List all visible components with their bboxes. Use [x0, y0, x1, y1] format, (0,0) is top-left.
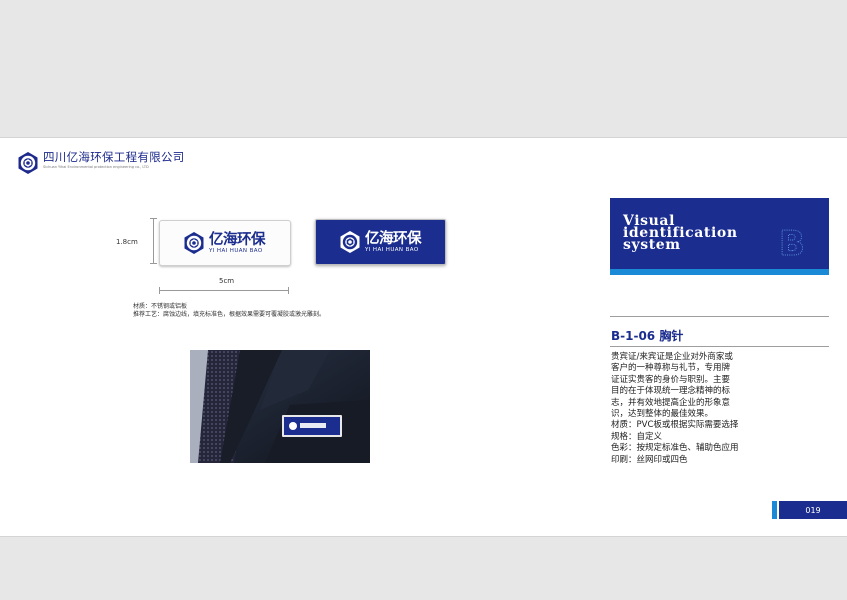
company-name: 四川亿海环保工程有限公司 [43, 150, 185, 164]
badge-blue-version: 亿海环保 YI HAI HUAN BAO [315, 219, 446, 265]
company-logo-icon [18, 152, 38, 174]
brand-logo-icon [184, 232, 204, 254]
material-note: 材质：不锈钢或铝板 推荐工艺：腐蚀边线，填充标准色，根据效果需要可覆凝胶或激光雕… [133, 303, 325, 319]
width-dimension-line [159, 290, 289, 291]
page-number-accent [772, 501, 777, 519]
brand-name-en: YI HAI HUAN BAO [209, 247, 263, 254]
vis-title-accent-strip [610, 269, 829, 275]
vis-title: Visual identification system [623, 214, 738, 252]
body-line: 印刷：丝网印或四色 [611, 454, 688, 465]
width-label: 5cm [219, 277, 235, 285]
height-dimension-cap-top [150, 218, 157, 219]
width-dimension-cap-right [288, 287, 289, 294]
material-line: 材质：不锈钢或铝板 [133, 303, 188, 310]
body-line: 志，并有效地提高企业的形象意 [611, 397, 731, 408]
badge-on-suit-photo [190, 350, 370, 463]
process-line: 推荐工艺：腐蚀边线，填充标准色，根据效果需要可覆凝胶或激光雕刻。 [133, 311, 326, 318]
divider [610, 316, 829, 317]
body-line: 材质：PVC板或根据实际需要选择 [611, 420, 739, 431]
vis-title-box: Visual identification system B [610, 198, 829, 269]
section-body: 贵宾证/来宾证是企业对外商家或 客户的一种尊称与礼节，专用牌 证证实贵客的身价与… [611, 352, 761, 466]
brand-logo-icon [340, 231, 360, 253]
svg-text:B: B [779, 225, 805, 257]
body-line: 规格：自定义 [611, 431, 663, 442]
brand-name-cn: 亿海环保 [209, 231, 266, 248]
body-line: 目的在于体现统一理念精神的标 [611, 386, 731, 397]
height-label: 1.8cm [116, 238, 138, 246]
body-line: 识，达到整体的最佳效果。 [611, 409, 714, 420]
divider [610, 346, 829, 347]
section-title: B-1-06 胸针 [611, 329, 684, 343]
company-header: 四川亿海环保工程有限公司 Sichuan Yihai Environmental… [16, 151, 185, 175]
company-name-english: Sichuan Yihai Environmental protection e… [43, 165, 149, 169]
body-line: 贵宾证/来宾证是企业对外商家或 [611, 352, 733, 362]
body-line: 色彩：按规定标准色、辅助色应用 [611, 443, 739, 454]
height-dimension-cap-bottom [150, 263, 157, 264]
height-dimension-line [153, 218, 154, 264]
chapter-letter-b-icon: B [779, 225, 806, 257]
brand-name-en: YI HAI HUAN BAO [365, 246, 419, 253]
body-line: 客户的一种尊称与礼节，专用牌 [611, 363, 731, 374]
badge-white-version: 亿海环保 YI HAI HUAN BAO [159, 220, 291, 266]
body-line: 证证实贵客的身价与职别。主要 [611, 374, 731, 385]
brochure-page: 四川亿海环保工程有限公司 Sichuan Yihai Environmental… [0, 137, 847, 537]
width-dimension-cap-left [159, 287, 160, 294]
brand-name-cn: 亿海环保 [365, 230, 422, 247]
page-number: 019 [779, 501, 847, 519]
